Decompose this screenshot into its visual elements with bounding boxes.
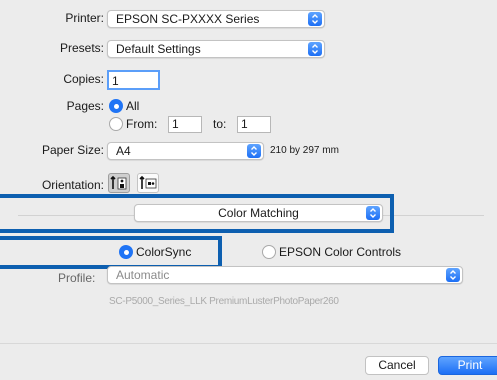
printer-popup[interactable]: EPSON SC-PXXXX Series xyxy=(107,10,325,28)
profile-description: SC-P5000_Series_LLK PremiumLusterPhotoPa… xyxy=(109,296,339,307)
pages-to-label: to: xyxy=(213,117,227,131)
portrait-icon xyxy=(110,175,127,190)
bottom-separator xyxy=(0,343,497,344)
pages-from-radio[interactable] xyxy=(109,117,123,131)
landscape-icon xyxy=(139,175,157,189)
chevron-updown-icon xyxy=(446,268,460,282)
profile-value: Automatic xyxy=(116,268,170,282)
pages-to-field[interactable]: 1 xyxy=(237,116,271,133)
profile-popup[interactable]: Automatic xyxy=(107,266,463,284)
epson-color-controls-label: EPSON Color Controls xyxy=(279,245,402,259)
paper-size-value: A4 xyxy=(116,144,131,158)
presets-label: Presets: xyxy=(59,41,104,55)
paper-size-label: Paper Size: xyxy=(41,143,104,157)
paper-dimensions: 210 by 297 mm xyxy=(270,145,339,156)
pages-from-field[interactable]: 1 xyxy=(168,116,202,133)
orientation-portrait-button[interactable] xyxy=(108,173,130,193)
presets-popup[interactable]: Default Settings xyxy=(107,40,325,58)
paper-size-popup[interactable]: A4 xyxy=(107,142,264,160)
copies-label: Copies: xyxy=(63,72,104,86)
pages-from-label: From: xyxy=(126,117,158,131)
chevron-updown-icon xyxy=(308,12,322,26)
pages-all-radio[interactable] xyxy=(109,99,123,113)
presets-value: Default Settings xyxy=(116,42,201,56)
profile-label: Profile: xyxy=(58,271,96,285)
cancel-button[interactable]: Cancel xyxy=(365,356,429,375)
colorsync-highlight xyxy=(0,236,222,269)
color-matching-highlight xyxy=(0,194,394,233)
chevron-updown-icon xyxy=(308,42,322,56)
chevron-updown-icon xyxy=(247,144,261,158)
orientation-label: Orientation: xyxy=(41,178,104,192)
pages-label: Pages: xyxy=(66,99,104,113)
orientation-landscape-button[interactable] xyxy=(137,173,159,193)
printer-label: Printer: xyxy=(65,11,104,25)
copies-field[interactable]: 1 xyxy=(107,70,160,90)
epson-color-controls-radio[interactable] xyxy=(262,245,276,259)
printer-value: EPSON SC-PXXXX Series xyxy=(116,12,260,26)
print-button[interactable]: Print xyxy=(438,356,497,375)
pages-all-label: All xyxy=(126,99,140,113)
